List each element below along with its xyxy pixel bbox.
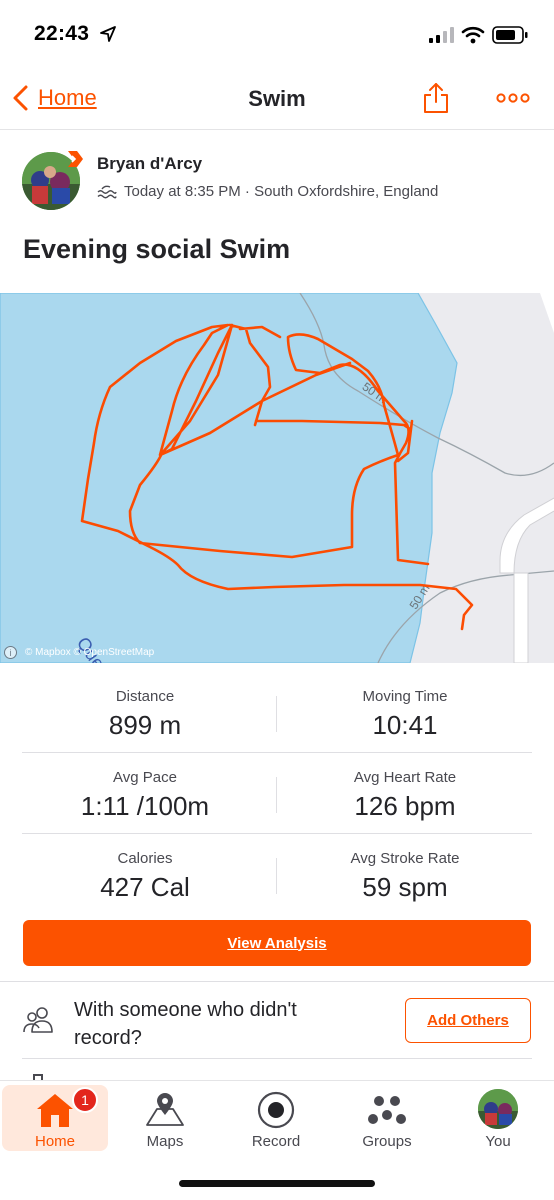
stats-row: Distance 899 m Moving Time 10:41 xyxy=(22,672,532,753)
stat-label: Calories xyxy=(117,850,173,867)
view-analysis-button[interactable]: View Analysis xyxy=(23,920,531,966)
stat-divider xyxy=(276,858,277,894)
stat-value: 427 Cal xyxy=(100,872,190,902)
battery-icon xyxy=(492,26,528,44)
activity-meta: Today at 8:35 PM · South Oxfordshire, En… xyxy=(97,183,438,200)
more-options-icon[interactable] xyxy=(496,92,530,104)
stat-label: Avg Heart Rate xyxy=(353,769,457,786)
stat-value: 1:11 /100m xyxy=(80,791,210,821)
stat-value: 899 m xyxy=(108,710,182,740)
tab-maps[interactable]: Maps xyxy=(112,1085,218,1151)
location-arrow-icon xyxy=(100,26,116,42)
stats-grid: Distance 899 m Moving Time 10:41 Avg Pac… xyxy=(22,672,532,915)
status-time: 22:43 xyxy=(34,22,90,45)
athlete-name[interactable]: Bryan d'Arcy xyxy=(97,154,202,174)
stat-moving-time: Moving Time 10:41 xyxy=(280,672,530,752)
stats-row: Calories 427 Cal Avg Stroke Rate 59 spm xyxy=(22,834,532,915)
view-analysis-label: View Analysis xyxy=(227,934,327,952)
tab-label: Home xyxy=(34,1133,75,1150)
stat-avg-stroke-rate: Avg Stroke Rate 59 spm xyxy=(280,834,530,914)
notification-badge: 1 xyxy=(72,1087,98,1113)
route-map[interactable]: 50 m 50 m Que i © Mapbox © OpenStreetMap xyxy=(0,293,554,663)
stat-calories: Calories 427 Cal xyxy=(20,834,270,914)
stat-divider xyxy=(276,777,277,813)
map-attribution-text[interactable]: © Mapbox © OpenStreetMap xyxy=(25,647,154,658)
stat-value: 10:41 xyxy=(372,710,438,740)
tab-label: Groups xyxy=(362,1133,412,1150)
people-icon xyxy=(23,1007,53,1033)
stat-avg-heart-rate: Avg Heart Rate 126 bpm xyxy=(280,753,530,833)
map-attribution: i © Mapbox © OpenStreetMap xyxy=(4,646,154,659)
water-area xyxy=(0,293,458,663)
stat-label: Avg Pace xyxy=(113,769,177,786)
info-icon[interactable]: i xyxy=(4,646,17,659)
route-map-canvas: 50 m 50 m Que xyxy=(0,293,554,663)
add-others-button[interactable]: Add Others xyxy=(405,998,531,1043)
share-icon[interactable] xyxy=(422,82,450,114)
cellular-signal-icon xyxy=(429,27,454,43)
stat-divider xyxy=(276,696,277,732)
home-indicator xyxy=(179,1180,375,1187)
stat-avg-pace: Avg Pace 1:11 /100m xyxy=(20,753,270,833)
map-pin-icon xyxy=(146,1093,184,1126)
tab-label: Record xyxy=(251,1133,301,1150)
profile-avatar xyxy=(478,1089,518,1129)
activity-date-location: Today at 8:35 PM · South Oxfordshire, En… xyxy=(124,183,439,200)
tab-record[interactable]: Record xyxy=(223,1085,329,1151)
add-others-row: With someone who didn't record? Add Othe… xyxy=(0,982,554,1060)
add-others-label: Add Others xyxy=(427,1012,509,1029)
subscriber-badge-icon xyxy=(68,151,83,167)
stat-distance: Distance 899 m xyxy=(20,672,270,752)
road-2 xyxy=(513,572,529,663)
nav-bar: Home Swim xyxy=(0,68,554,130)
stat-label: Moving Time xyxy=(362,688,448,705)
tab-label: Maps xyxy=(146,1133,184,1150)
record-icon xyxy=(257,1091,295,1129)
divider xyxy=(22,1058,532,1059)
stat-value: 59 spm xyxy=(362,872,448,902)
tab-you[interactable]: You xyxy=(445,1085,551,1151)
home-icon xyxy=(37,1094,73,1127)
tab-home[interactable]: 1 Home xyxy=(2,1085,108,1151)
wifi-icon xyxy=(461,26,485,44)
page-title: Swim xyxy=(248,86,306,111)
stat-label: Distance xyxy=(115,688,175,705)
tab-label: You xyxy=(485,1133,511,1150)
groups-icon xyxy=(368,1096,406,1124)
status-bar: 22:43 xyxy=(0,0,554,68)
stat-label: Avg Stroke Rate xyxy=(350,850,460,867)
athlete-header: Bryan d'Arcy Today at 8:35 PM · South Ox… xyxy=(22,150,532,212)
swim-icon xyxy=(97,185,117,198)
stats-row: Avg Pace 1:11 /100m Avg Heart Rate 126 b… xyxy=(22,753,532,834)
add-others-prompt: With someone who didn't record? xyxy=(74,999,297,1049)
stat-value: 126 bpm xyxy=(354,791,456,821)
activity-title: Evening social Swim xyxy=(23,234,291,264)
tab-groups[interactable]: Groups xyxy=(334,1085,440,1151)
